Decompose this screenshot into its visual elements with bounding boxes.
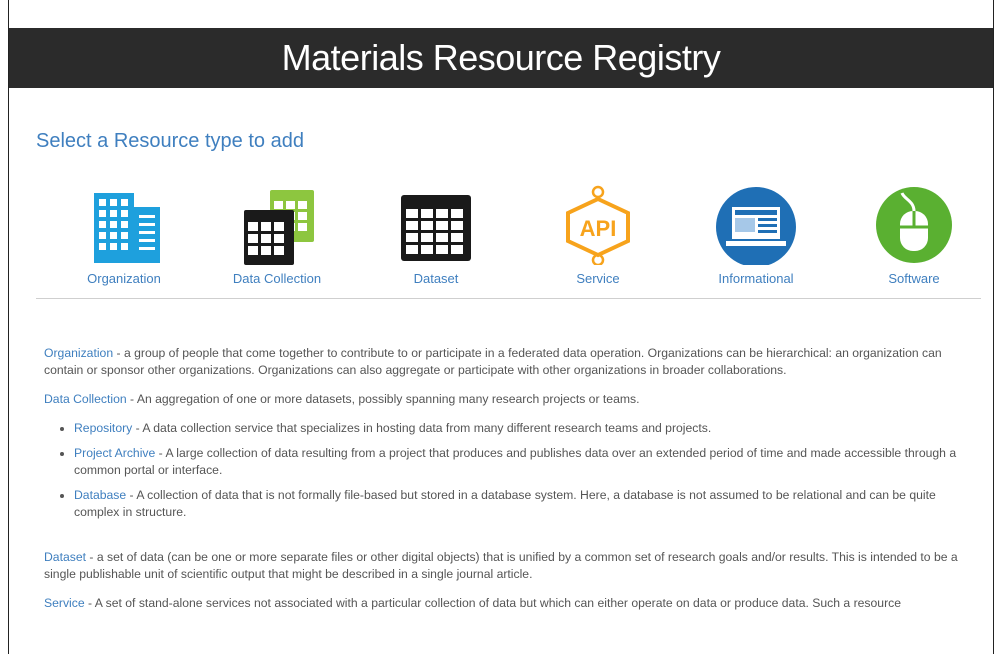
tile-service-label: Service: [576, 271, 620, 286]
divider: [36, 298, 981, 299]
database-link[interactable]: Database: [74, 488, 126, 502]
data-collection-link[interactable]: Data Collection: [44, 392, 127, 406]
mouse-icon: [876, 187, 952, 263]
data-collection-description: Data Collection - An aggregation of one …: [44, 392, 640, 406]
tile-organization[interactable]: Organization: [49, 185, 199, 286]
data-collection-icon: [244, 190, 314, 265]
dataset-grid-icon: [401, 195, 471, 261]
tile-software-label: Software: [888, 271, 940, 286]
section-subtitle: Select a Resource type to add: [36, 130, 304, 152]
descriptions: Organization - a group of people that co…: [44, 345, 974, 624]
page-title: Materials Resource Registry: [281, 37, 721, 78]
tile-dataset[interactable]: Dataset: [361, 185, 511, 286]
building-icon: [94, 193, 160, 263]
dataset-description: Dataset - a set of data (can be one or m…: [44, 550, 958, 581]
repository-link[interactable]: Repository: [74, 421, 132, 435]
list-item: Database - A collection of data that is …: [74, 487, 974, 521]
resource-type-tiles: Organization Data Collection Dataset API…: [9, 185, 993, 295]
list-item: Project Archive - A large collection of …: [74, 445, 974, 479]
tile-data-collection-label: Data Collection: [232, 271, 322, 286]
svg-text:API: API: [580, 216, 617, 241]
organization-description: Organization - a group of people that co…: [44, 346, 942, 377]
service-link[interactable]: Service: [44, 596, 85, 610]
service-description: Service - A set of stand-alone services …: [44, 596, 902, 610]
dataset-link[interactable]: Dataset: [44, 550, 86, 564]
tile-service[interactable]: API Service: [523, 185, 673, 286]
header-bar: Materials Resource Registry: [9, 28, 993, 88]
organization-link[interactable]: Organization: [44, 346, 113, 360]
tile-informational[interactable]: Informational: [681, 185, 831, 286]
data-collection-subtypes: Repository - A data collection service t…: [44, 420, 974, 521]
laptop-info-icon: [716, 187, 796, 265]
api-icon: API: [566, 185, 630, 265]
tile-informational-label: Informational: [718, 271, 794, 286]
tile-data-collection[interactable]: Data Collection: [202, 185, 352, 286]
page-frame: Materials Resource Registry Select a Res…: [8, 0, 994, 654]
tile-software[interactable]: Software: [839, 185, 989, 286]
tile-organization-label: Organization: [87, 271, 161, 286]
project-archive-link[interactable]: Project Archive: [74, 446, 155, 460]
tile-dataset-label: Dataset: [413, 271, 459, 286]
list-item: Repository - A data collection service t…: [74, 420, 974, 437]
